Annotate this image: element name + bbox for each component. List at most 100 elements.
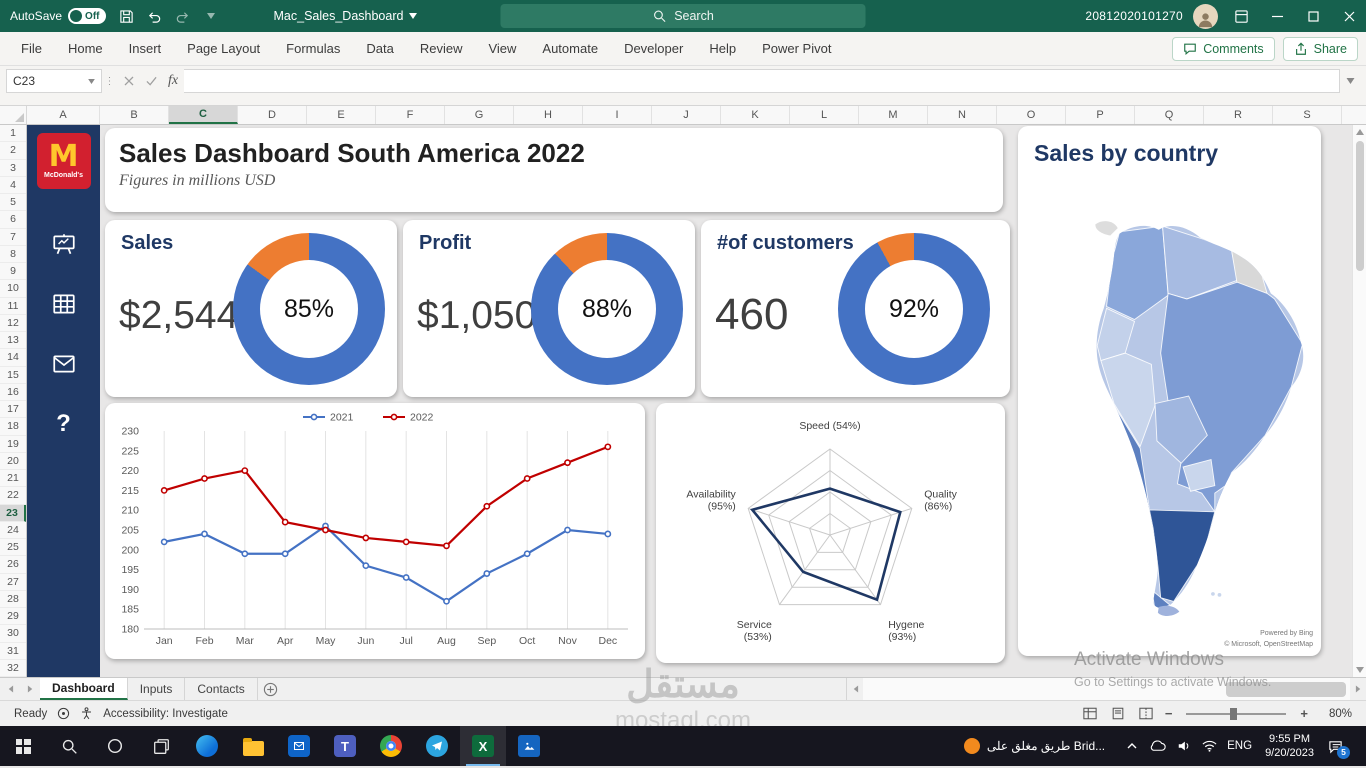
language-indicator[interactable]: ENG <box>1227 740 1252 752</box>
name-box[interactable]: C23 <box>6 69 102 93</box>
share-button[interactable]: Share <box>1282 36 1358 61</box>
formula-bar-expand-icon[interactable] <box>1340 78 1360 84</box>
sheet-tab-inputs[interactable]: Inputs <box>127 678 186 700</box>
ribbon-tab-home[interactable]: Home <box>55 32 116 65</box>
accessibility-status[interactable]: Accessibility: Investigate <box>103 708 228 720</box>
vertical-scroll-thumb[interactable] <box>1355 141 1364 271</box>
page-break-view-icon[interactable] <box>1137 705 1155 723</box>
horizontal-scroll-thumb[interactable] <box>1226 682 1346 697</box>
zoom-slider-thumb[interactable] <box>1230 707 1238 720</box>
row-header-27[interactable]: 27 <box>0 574 26 591</box>
ribbon-tab-page-layout[interactable]: Page Layout <box>174 32 273 65</box>
select-all-corner[interactable] <box>0 106 27 124</box>
column-header-L[interactable]: L <box>790 106 859 124</box>
column-header-F[interactable]: F <box>376 106 445 124</box>
cancel-button[interactable] <box>118 69 140 93</box>
ribbon-tab-insert[interactable]: Insert <box>116 32 175 65</box>
ribbon-tab-power-pivot[interactable]: Power Pivot <box>749 32 844 65</box>
help-icon[interactable]: ? <box>49 409 79 439</box>
row-header-7[interactable]: 7 <box>0 229 26 246</box>
row-header-1[interactable]: 1 <box>0 125 26 143</box>
column-header-M[interactable]: M <box>859 106 928 124</box>
row-header-32[interactable]: 32 <box>0 660 26 677</box>
insert-function-button[interactable]: fx <box>162 69 184 93</box>
row-header-26[interactable]: 26 <box>0 556 26 574</box>
row-header-17[interactable]: 17 <box>0 401 26 419</box>
column-header-R[interactable]: R <box>1204 106 1273 124</box>
clock[interactable]: 9:55 PM 9/20/2023 <box>1265 732 1314 761</box>
sheet-nav-prev-button[interactable] <box>0 678 20 700</box>
quick-access-caret-button[interactable] <box>198 3 224 29</box>
mail-icon[interactable] <box>49 349 79 379</box>
row-header-3[interactable]: 3 <box>0 160 26 177</box>
row-header-9[interactable]: 9 <box>0 263 26 281</box>
maximize-button[interactable] <box>1300 3 1326 29</box>
row-header-14[interactable]: 14 <box>0 349 26 367</box>
row-header-29[interactable]: 29 <box>0 608 26 626</box>
taskbar-task-view-button[interactable] <box>138 726 184 766</box>
close-button[interactable] <box>1336 3 1362 29</box>
column-header-S[interactable]: S <box>1273 106 1342 124</box>
zoom-in-button[interactable]: + <box>1300 706 1308 721</box>
taskbar-telegram-button[interactable] <box>414 726 460 766</box>
taskbar-photos-button[interactable] <box>506 726 552 766</box>
column-header-A[interactable]: A <box>27 106 100 124</box>
row-header-21[interactable]: 21 <box>0 470 26 488</box>
new-sheet-button[interactable] <box>258 678 284 700</box>
comments-button[interactable]: Comments <box>1172 36 1275 61</box>
minimize-button[interactable] <box>1264 3 1290 29</box>
notification-toast[interactable]: طريق مغلق على Brid... <box>954 726 1115 766</box>
taskbar-file-explorer-button[interactable] <box>230 726 276 766</box>
row-header-28[interactable]: 28 <box>0 591 26 608</box>
horizontal-scrollbar[interactable] <box>846 678 1366 700</box>
undo-button[interactable] <box>142 3 168 29</box>
namebox-splitter[interactable]: ⋮ <box>102 76 118 87</box>
row-header-31[interactable]: 31 <box>0 643 26 660</box>
row-header-15[interactable]: 15 <box>0 367 26 384</box>
column-header-Q[interactable]: Q <box>1135 106 1204 124</box>
ribbon-display-options-button[interactable] <box>1228 3 1254 29</box>
row-header-30[interactable]: 30 <box>0 625 26 643</box>
ribbon-tab-file[interactable]: File <box>8 32 55 65</box>
taskbar-mail-button[interactable] <box>276 726 322 766</box>
row-header-20[interactable]: 20 <box>0 453 26 470</box>
ribbon-tab-view[interactable]: View <box>475 32 529 65</box>
ribbon-tab-review[interactable]: Review <box>407 32 476 65</box>
row-header-8[interactable]: 8 <box>0 246 26 263</box>
column-header-C[interactable]: C <box>169 106 238 124</box>
row-header-22[interactable]: 22 <box>0 487 26 505</box>
sheet-tab-dashboard[interactable]: Dashboard <box>40 678 128 700</box>
redo-button[interactable] <box>170 3 196 29</box>
column-header-D[interactable]: D <box>238 106 307 124</box>
ribbon-tab-formulas[interactable]: Formulas <box>273 32 353 65</box>
row-header-5[interactable]: 5 <box>0 194 26 212</box>
sheet-nav-next-button[interactable] <box>20 678 40 700</box>
row-header-2[interactable]: 2 <box>0 142 26 160</box>
search-box[interactable]: Search <box>500 4 866 28</box>
autosave-toggle[interactable]: AutoSave Off <box>10 8 106 24</box>
row-header-25[interactable]: 25 <box>0 539 26 557</box>
taskbar-cortana-button[interactable] <box>92 726 138 766</box>
column-header-J[interactable]: J <box>652 106 721 124</box>
action-center-icon[interactable]: 5 <box>1327 739 1350 759</box>
enter-button[interactable] <box>140 69 162 93</box>
row-header-10[interactable]: 10 <box>0 280 26 298</box>
row-header-18[interactable]: 18 <box>0 418 26 436</box>
column-header-I[interactable]: I <box>583 106 652 124</box>
column-header-G[interactable]: G <box>445 106 514 124</box>
column-header-P[interactable]: P <box>1066 106 1135 124</box>
row-header-24[interactable]: 24 <box>0 522 26 539</box>
zoom-level[interactable]: 80% <box>1318 708 1352 720</box>
row-header-4[interactable]: 4 <box>0 177 26 194</box>
vertical-scrollbar[interactable] <box>1352 125 1366 677</box>
hidden-icons-chevron-icon[interactable] <box>1123 740 1140 752</box>
row-header-6[interactable]: 6 <box>0 211 26 229</box>
taskbar-teams-button[interactable]: T <box>322 726 368 766</box>
avatar[interactable] <box>1193 3 1218 29</box>
row-header-23[interactable]: 23 <box>0 504 26 522</box>
network-icon[interactable] <box>1201 740 1218 752</box>
ribbon-tab-help[interactable]: Help <box>696 32 749 65</box>
table-icon[interactable] <box>49 289 79 319</box>
zoom-out-button[interactable]: − <box>1165 706 1173 721</box>
volume-icon[interactable] <box>1175 739 1192 753</box>
